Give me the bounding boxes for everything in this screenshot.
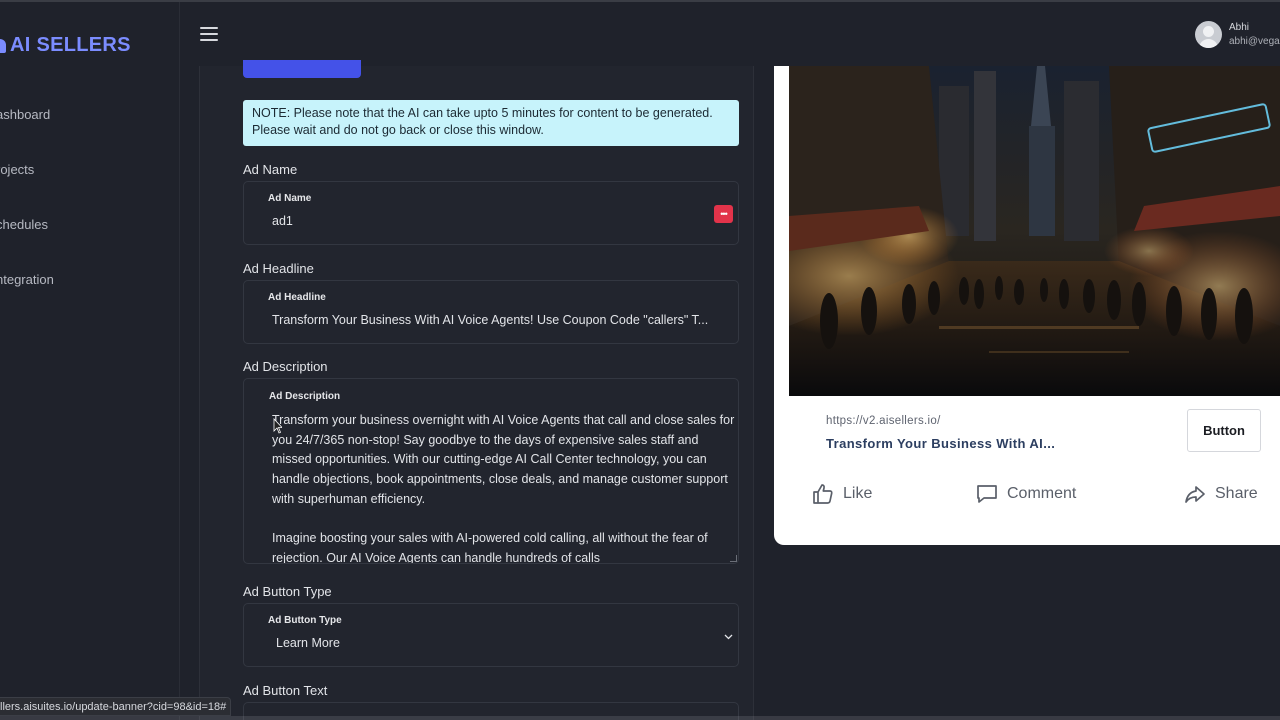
ad-button-type-label: Ad Button Type bbox=[243, 584, 332, 599]
sidebar-item-schedules[interactable]: chedules bbox=[0, 217, 48, 232]
ad-headline-input[interactable]: Transform Your Business With AI Voice Ag… bbox=[272, 313, 736, 327]
ad-form-panel: NOTE: Please note that the AI can take u… bbox=[199, 60, 754, 720]
ad-description-paragraph-1: Transform your business overnight with A… bbox=[272, 413, 735, 506]
ad-button-type-select[interactable]: Ad Button Type Learn More bbox=[243, 603, 739, 667]
ad-button-type-value: Learn More bbox=[276, 636, 340, 650]
ad-link-section[interactable]: https://v2.aisellers.io/ Transform Your … bbox=[789, 396, 1280, 467]
password-manager-icon[interactable]: ••• bbox=[714, 205, 733, 223]
generate-button[interactable] bbox=[243, 60, 361, 78]
sidebar-item-integration[interactable]: ntegration bbox=[0, 272, 54, 287]
ad-preview-card: https://v2.aisellers.io/ Transform Your … bbox=[774, 66, 1280, 545]
sidebar: AI SELLERS ashboard rojects chedules nte… bbox=[0, 2, 180, 720]
avatar[interactable] bbox=[1195, 21, 1222, 48]
comment-button[interactable]: Comment bbox=[975, 482, 1076, 506]
ad-button-type-inner-label: Ad Button Type bbox=[268, 615, 342, 626]
ad-link-title: Transform Your Business With AI... bbox=[826, 436, 1056, 451]
ad-description-textarea[interactable]: Transform your business overnight with A… bbox=[272, 411, 738, 564]
ad-actions-bar: Like Comment Share bbox=[789, 468, 1280, 528]
share-label: Share bbox=[1215, 485, 1258, 502]
ad-name-field[interactable]: Ad Name ad1 ••• bbox=[243, 181, 739, 245]
ad-description-label: Ad Description bbox=[243, 359, 328, 374]
textarea-resize-handle[interactable] bbox=[730, 555, 737, 562]
logo-text: AI SELLERS bbox=[10, 34, 131, 56]
ad-description-inner-label: Ad Description bbox=[269, 391, 341, 402]
processing-note: NOTE: Please note that the AI can take u… bbox=[243, 100, 739, 146]
user-name: Abhi bbox=[1229, 22, 1250, 33]
thumbs-up-icon bbox=[813, 484, 833, 504]
ad-preview-image bbox=[789, 66, 1280, 396]
user-email: abhi@vega bbox=[1229, 36, 1280, 47]
ad-description-paragraph-2: Imagine boosting your sales with AI-powe… bbox=[272, 531, 708, 564]
window-bottom-edge bbox=[0, 716, 1280, 720]
text-cursor-icon bbox=[273, 418, 282, 434]
like-label: Like bbox=[843, 485, 873, 502]
ad-name-inner-label: Ad Name bbox=[268, 193, 312, 204]
ad-description-field[interactable]: Ad Description Transform your business o… bbox=[243, 378, 739, 564]
hamburger-menu-icon[interactable] bbox=[200, 27, 218, 41]
ad-headline-inner-label: Ad Headline bbox=[268, 292, 326, 303]
ad-cta-button[interactable]: Button bbox=[1187, 409, 1261, 452]
sidebar-item-dashboard[interactable]: ashboard bbox=[0, 107, 50, 122]
app-logo[interactable]: AI SELLERS bbox=[0, 34, 131, 57]
share-button[interactable]: Share bbox=[1183, 482, 1258, 506]
comment-icon bbox=[977, 485, 997, 503]
chevron-down-icon bbox=[724, 632, 733, 642]
browser-status-url: llers.aisuites.io/update-banner?cid=98&i… bbox=[0, 697, 232, 716]
ad-link-url: https://v2.aisellers.io/ bbox=[826, 415, 941, 427]
comment-label: Comment bbox=[1007, 485, 1077, 502]
top-header: Abhi abhi@vega bbox=[181, 2, 1280, 66]
like-button[interactable]: Like bbox=[811, 482, 872, 506]
logo-icon bbox=[0, 38, 6, 53]
ad-name-input[interactable]: ad1 bbox=[272, 214, 293, 228]
ad-headline-field[interactable]: Ad Headline Transform Your Business With… bbox=[243, 280, 739, 344]
ad-headline-label: Ad Headline bbox=[243, 261, 314, 276]
sidebar-item-projects[interactable]: rojects bbox=[0, 162, 34, 177]
ad-button-text-label: Ad Button Text bbox=[243, 683, 328, 698]
ad-name-label: Ad Name bbox=[243, 162, 298, 177]
share-arrow-icon bbox=[1185, 486, 1205, 503]
